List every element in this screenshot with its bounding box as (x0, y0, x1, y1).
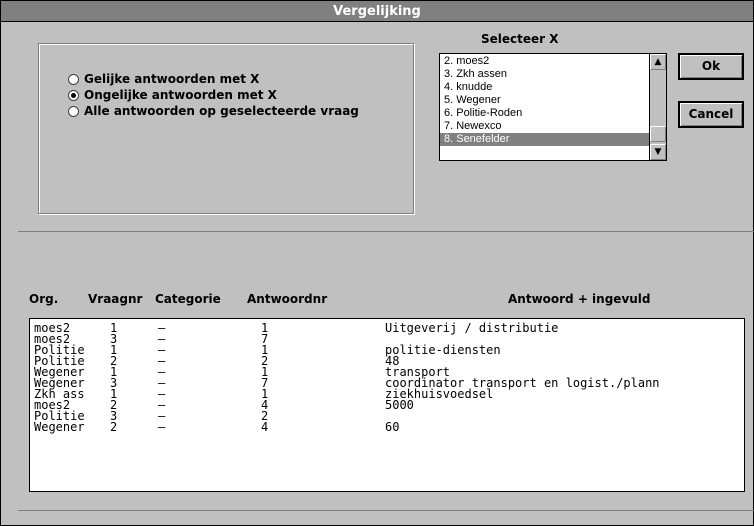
table-row[interactable]: Wegener 2 – 4 60 (30, 420, 744, 434)
listbox-item[interactable]: 2. moes2 (440, 55, 650, 68)
arrow-down-icon[interactable]: ▼ (650, 144, 666, 160)
cell-antwoord: 5000 (385, 398, 414, 412)
listbox-item[interactable]: 7. Newexco (440, 120, 650, 133)
listbox-item-selected[interactable]: 8. Senefelder (440, 133, 650, 146)
radio-option-equal[interactable]: Gelijke antwoorden met X (68, 71, 259, 87)
radio-unselected-icon[interactable] (68, 105, 79, 117)
table-row[interactable]: moes2 2 – 4 5000 (30, 398, 744, 412)
scroll-thumb[interactable] (650, 126, 666, 142)
column-header-antwoordnr: Antwoordnr (247, 292, 328, 306)
listbox-item[interactable]: 3. Zkh assen (440, 68, 650, 81)
radio-label-unequal: Ongelijke antwoorden met X (84, 88, 277, 102)
column-header-categorie: Categorie (155, 292, 221, 306)
column-header-org: Org. (29, 292, 59, 306)
cell-antwoord: Uitgeverij / distributie (385, 321, 559, 335)
listbox-item[interactable]: 6. Politie-Roden (440, 107, 650, 120)
window-title: Vergelijking (1, 1, 753, 22)
column-header-antwoord: Antwoord + ingevuld (508, 292, 651, 306)
cell-antwoordnr: 4 (261, 420, 269, 434)
cell-vraagnr: 2 (110, 420, 118, 434)
radio-label-equal: Gelijke antwoorden met X (84, 72, 260, 86)
select-x-label: Selecteer X (481, 32, 559, 46)
radio-option-all[interactable]: Alle antwoorden op geselecteerde vraag (68, 103, 359, 119)
radio-selected-icon[interactable] (68, 89, 79, 101)
ok-button[interactable]: Ok (678, 53, 744, 80)
comparison-dialog: Vergelijking Gelijke antwoorden met X On… (0, 0, 754, 526)
radio-label-all: Alle antwoorden op geselecteerde vraag (84, 104, 359, 118)
radio-option-unequal[interactable]: Ongelijke antwoorden met X (68, 87, 277, 103)
column-header-vraagnr: Vraagnr (88, 292, 143, 306)
table-row[interactable]: moes2 1 – 1 Uitgeverij / distributie (30, 321, 744, 335)
arrow-up-icon[interactable]: ▲ (650, 54, 666, 70)
listbox-item[interactable]: 4. knudde (440, 81, 650, 94)
cell-antwoord: 60 (385, 420, 400, 434)
cell-org: Wegener (34, 420, 85, 434)
cancel-button[interactable]: Cancel (678, 101, 744, 128)
results-list[interactable]: moes2 1 – 1 Uitgeverij / distributie moe… (29, 318, 745, 492)
cell-categorie: – (158, 420, 166, 434)
listbox-item[interactable]: 5. Wegener (440, 94, 650, 107)
cell-antwoord: politie-diensten (385, 343, 501, 357)
radio-unselected-icon[interactable] (68, 73, 79, 85)
listbox-scrollbar[interactable]: ▲ ▼ (649, 54, 666, 160)
select-x-listbox[interactable]: 2. moes2 3. Zkh assen 4. knudde 5. Wegen… (439, 53, 667, 161)
comparison-mode-group: Gelijke antwoorden met X Ongelijke antwo… (38, 43, 414, 214)
